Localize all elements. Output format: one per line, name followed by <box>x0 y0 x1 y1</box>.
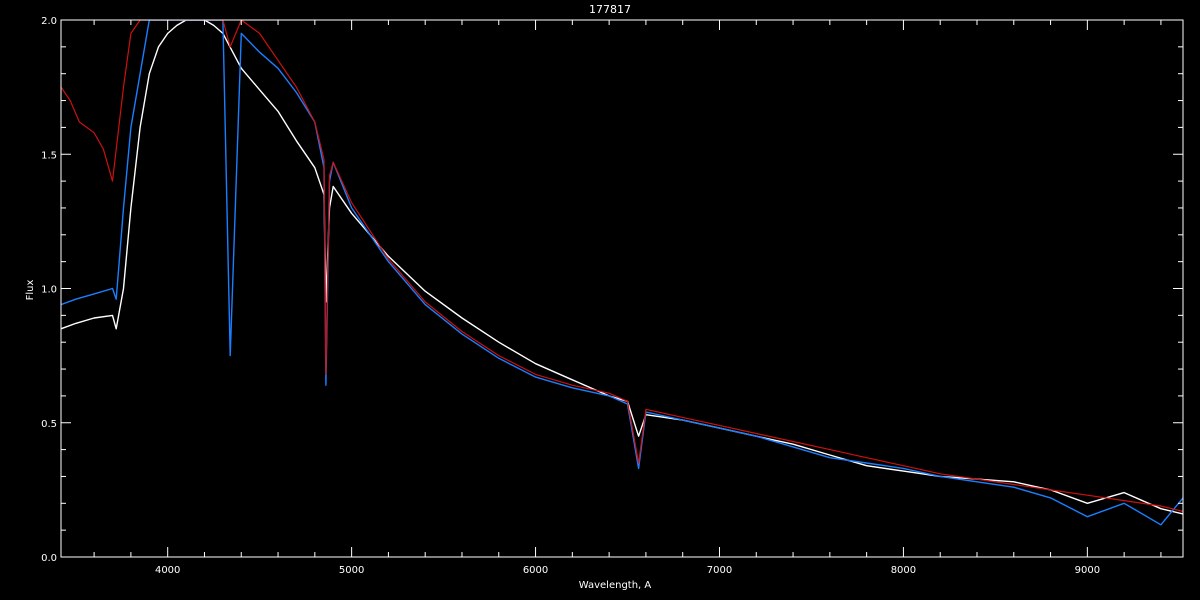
chart-canvas: 177817 Wavelength, A Flux 4000 5000 6000 70… <box>0 0 1200 600</box>
x-tick-label: 9000 <box>1075 565 1100 576</box>
x-tick-label: 5000 <box>339 565 364 576</box>
chart-background <box>0 0 1200 600</box>
x-tick-label: 4000 <box>155 565 180 576</box>
y-tick-label: 0.0 <box>41 553 57 564</box>
y-tick-label: 0.5 <box>41 419 57 430</box>
x-tick-label: 7000 <box>707 565 732 576</box>
y-tick-label: 1.0 <box>41 285 57 296</box>
y-tick-label: 1.5 <box>41 150 57 161</box>
spectrum-chart: 177817 Wavelength, A Flux 4000 5000 6000 70… <box>0 0 1200 600</box>
y-axis-label: Flux <box>25 280 36 301</box>
x-axis-label: Wavelength, A <box>579 580 652 591</box>
x-tick-label: 8000 <box>891 565 916 576</box>
chart-title: 177817 <box>589 3 631 16</box>
y-tick-label: 2.0 <box>41 16 57 27</box>
x-tick-label: 6000 <box>523 565 548 576</box>
